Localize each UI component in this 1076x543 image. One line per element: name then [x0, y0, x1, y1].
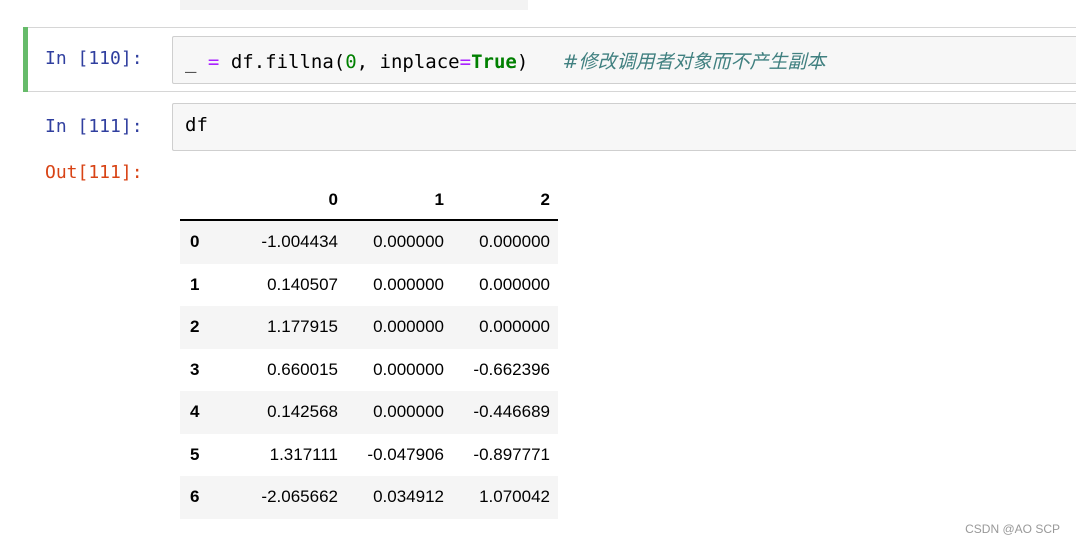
row-index: 6	[190, 487, 200, 507]
column-header-2: 2	[452, 180, 558, 221]
code-kw-equals: =	[459, 51, 472, 73]
code-input-111[interactable]: df	[172, 103, 1076, 151]
table-row: 4 0.142568 0.000000 -0.446689	[180, 391, 558, 434]
table-cell: 1.177915	[267, 317, 338, 337]
code-underscore: _	[185, 51, 197, 73]
table-cell: 0.034912	[373, 487, 444, 507]
table-cell: 0.140507	[267, 274, 338, 294]
table-row: 0 -1.004434 0.000000 0.000000	[180, 220, 558, 264]
watermark: CSDN @AO SCP	[965, 522, 1060, 536]
code-input-110[interactable]: _ = df.fillna(0, inplace=True) #修改调用者对象而…	[172, 36, 1076, 84]
table-row: 5 1.317111 -0.047906 -0.897771	[180, 434, 558, 477]
table-cell: 0.660015	[267, 359, 338, 379]
index-header	[180, 180, 220, 221]
code-call-prefix: df.fillna(	[230, 51, 346, 73]
in-prompt-111: In [111]:	[45, 116, 143, 137]
table-cell: 0.000000	[373, 232, 444, 252]
row-index: 4	[190, 402, 200, 422]
table-cell: 0.000000	[373, 317, 444, 337]
row-index: 5	[190, 444, 200, 464]
code-assign-op: =	[207, 51, 220, 73]
table-row: 6 -2.065662 0.034912 1.070042	[180, 476, 558, 519]
table-cell: 0.000000	[373, 274, 444, 294]
selected-cell-indicator	[23, 27, 28, 92]
table-cell: 0.000000	[479, 317, 550, 337]
table-cell: -0.047906	[367, 444, 444, 464]
column-header-1: 1	[346, 180, 452, 221]
header-row: 0 1 2	[180, 180, 558, 221]
table-cell: 1.070042	[479, 487, 550, 507]
table-row: 3 0.660015 0.000000 -0.662396	[180, 349, 558, 392]
code-keyword-true: True	[471, 51, 517, 73]
table-cell: 0.000000	[479, 232, 550, 252]
table-cell: -2.065662	[261, 487, 338, 507]
code-arg-sep: , inplace	[356, 51, 460, 73]
row-index: 1	[190, 274, 200, 294]
code-line: df	[185, 114, 208, 136]
code-close-paren: )	[516, 51, 529, 73]
row-index: 2	[190, 317, 200, 337]
table-cell: -0.897771	[473, 444, 550, 464]
table-cell: 0.000000	[373, 359, 444, 379]
table-cell: -0.446689	[473, 402, 550, 422]
table-cell: 0.000000	[373, 402, 444, 422]
code-arg-zero: 0	[345, 51, 357, 73]
table-cell: 0.000000	[479, 274, 550, 294]
out-prompt-111: Out[111]:	[45, 162, 143, 183]
column-header-0: 0	[220, 180, 346, 221]
code-line: _ = df.fillna(0, inplace=True) #修改调用者对象而…	[185, 47, 826, 74]
notebook-page: In [110]: _ = df.fillna(0, inplace=True)…	[0, 0, 1076, 543]
table-row: 1 0.140507 0.000000 0.000000	[180, 264, 558, 307]
table-cell: -1.004434	[261, 232, 338, 252]
in-prompt-110: In [110]:	[45, 48, 143, 69]
table-row: 2 1.177915 0.000000 0.000000	[180, 306, 558, 349]
row-index: 0	[190, 232, 200, 252]
table-cell: 1.317111	[269, 444, 338, 464]
previous-output-stub	[180, 0, 528, 10]
table-cell: -0.662396	[473, 359, 550, 379]
code-comment: #修改调用者对象而不产生副本	[562, 51, 826, 73]
table-cell: 0.142568	[267, 402, 338, 422]
dataframe-output: 0 1 2 0 -1.004434 0.000000 0.000000 1 0.…	[180, 180, 558, 519]
row-index: 3	[190, 359, 200, 379]
